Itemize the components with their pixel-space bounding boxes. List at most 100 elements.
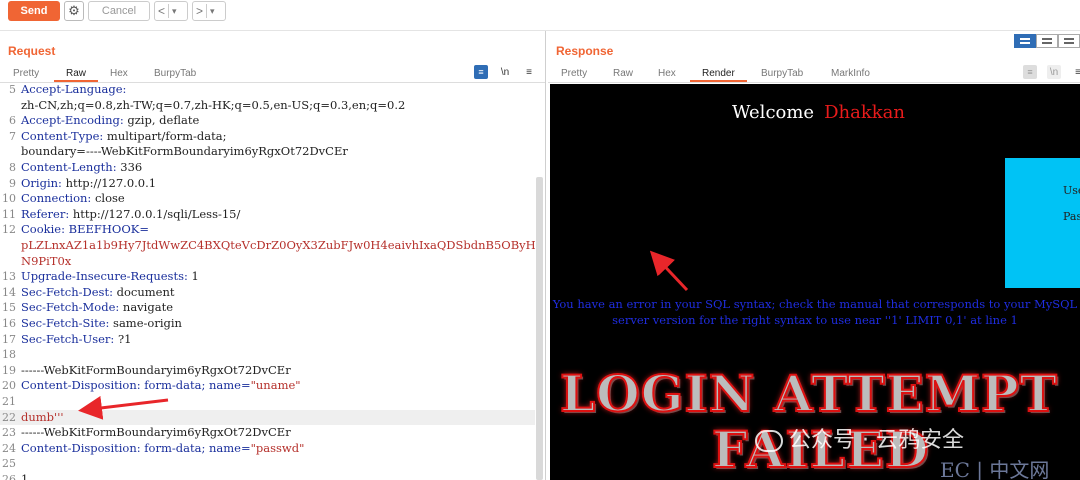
response-editor-icons: ≡ \n ≡ [1023,65,1080,79]
editor-line[interactable]: zh-CN,zh;q=0.8,zh-TW;q=0.7,zh-HK;q=0.5,e… [0,98,535,114]
editor-line[interactable]: 14 Sec-Fetch-Dest: document [0,285,535,301]
editor-line[interactable]: 18 [0,347,535,363]
layout-vertical-icon[interactable] [1058,34,1080,48]
line-number: 14 [2,285,16,299]
line-text: Cookie: BEEFHOOK= [21,222,149,238]
request-menu-icon[interactable]: ≡ [522,65,536,79]
tab-response-raw[interactable]: Raw [613,65,633,82]
request-editor[interactable]: 5 Accept-Language: zh-CN,zh;q=0.8,zh-TW;q=… [0,80,535,480]
editor-line[interactable]: 16 Sec-Fetch-Site: same-origin [0,316,535,332]
header-value: BEEFHOOK= [64,222,149,237]
header-value: multipart/form-data; [103,128,227,143]
editor-line[interactable]: 25 [0,456,535,472]
tab-response-pretty[interactable]: Pretty [561,65,587,82]
header-value: pLZLnxAZ1a1b9Hy7JtdWwZC4BXQteVcDrZ0OyX3Z… [21,238,535,252]
line-number: 25 [2,457,16,471]
response-newlines-icon[interactable]: \n [1047,65,1061,79]
line-number: 12 [2,223,16,237]
header-value: 1 [187,269,199,284]
line-text: Content-Disposition: form-data; name="pa… [21,441,304,457]
editor-line[interactable]: 17 Sec-Fetch-User: ?1 [0,332,535,348]
wrap-lines-icon[interactable]: ≡ [474,65,488,79]
editor-line[interactable]: 21 [0,394,535,410]
editor-line[interactable]: 8 Content-Length: 336 [0,160,535,176]
header-value: 1 [21,472,29,480]
tab-response-hex[interactable]: Hex [658,65,676,82]
header-value: dumb''' [21,409,64,424]
pane-divider[interactable] [545,31,546,480]
response-menu-icon[interactable]: ≡ [1071,65,1080,79]
editor-line[interactable]: 10 Connection: close [0,191,535,207]
editor-line[interactable]: 9 Origin: http://127.0.0.1 [0,176,535,192]
forward-menu-icon[interactable]: ▾ [207,6,218,17]
sql-error-line-2: server version for the right syntax to u… [612,313,1018,327]
line-number: 23 [2,426,16,440]
line-text: ------WebKitFormBoundaryim6yRgxOt72DvCEr [21,425,291,441]
header-value: same-origin [109,316,182,330]
response-wrap-lines-icon[interactable]: ≡ [1023,65,1037,79]
forward-arrow-icon[interactable]: > [193,4,206,18]
header-key: Sec-Fetch-User: [21,331,115,346]
back-nav-group[interactable]: < ▾ [154,1,188,21]
editor-line[interactable]: 20 Content-Disposition: form-data; name="… [0,378,535,394]
editor-line[interactable]: 13 Upgrade-Insecure-Requests: 1 [0,269,535,285]
forward-nav-group[interactable]: > ▾ [192,1,226,21]
editor-line[interactable]: 24 Content-Disposition: form-data; name="… [0,441,535,457]
line-text: Sec-Fetch-Dest: document [21,285,174,301]
cancel-button[interactable]: Cancel [88,1,150,21]
editor-line[interactable]: 19 ------WebKitFormBoundaryim6yRgxOt72DvC… [0,363,535,379]
editor-line[interactable]: 7 Content-Type: multipart/form-data; [0,129,535,145]
header-key: Referer: [21,206,70,221]
request-scrollbar[interactable] [536,177,543,480]
line-number: 5 [9,83,16,96]
request-editor-icons: ≡ \n ≡ [474,65,536,79]
editor-line[interactable]: boundary=----WebKitFormBoundaryim6yRgxOt… [0,144,535,160]
password-label: Pas [1063,210,1080,223]
gear-icon[interactable]: ⚙ [64,1,84,21]
back-arrow-icon[interactable]: < [155,4,168,18]
line-text: N9PiT0x [21,254,71,270]
tab-response-burpytab[interactable]: BurpyTab [761,65,803,82]
editor-line[interactable]: pLZLnxAZ1a1b9Hy7JtdWwZC4BXQteVcDrZ0OyX3Z… [0,238,535,254]
line-text: 1 [21,472,28,480]
editor-line[interactable]: 5 Accept-Language: [0,82,535,98]
line-number: 16 [2,317,16,330]
tab-response-render[interactable]: Render [690,65,747,82]
editor-line[interactable]: 11 Referer: http://127.0.0.1/sqli/Less-15… [0,207,535,223]
render-view: Welcome Dhakkan Use Pas You have an error… [550,84,1080,480]
line-number: 15 [2,301,16,315]
editor-line[interactable]: 26 1 [0,472,535,480]
editor-line[interactable]: 12 Cookie: BEEFHOOK= [0,222,535,238]
tab-response-markinfo[interactable]: MarkInfo [831,65,870,82]
editor-line[interactable]: 22 dumb''' [0,409,535,426]
line-text: Content-Length: 336 [21,160,142,176]
welcome-user: Dhakkan [824,102,905,123]
editor-line[interactable]: 23 ------WebKitFormBoundaryim6yRgxOt72DvC… [0,425,535,441]
line-number: 18 [2,348,16,362]
editor-line[interactable]: N9PiT0x [0,254,535,270]
line-text: Connection: close [21,191,125,207]
editor-line[interactable]: 15 Sec-Fetch-Mode: navigate [0,300,535,316]
line-number: 10 [2,192,16,206]
line-text: zh-CN,zh;q=0.8,zh-TW;q=0.7,zh-HK;q=0.5,e… [21,98,405,114]
send-button[interactable]: Send [8,1,60,21]
layout-split-icon[interactable] [1014,34,1036,48]
header-value: Content-Disposition: form-data; name= [21,378,251,393]
line-text: Referer: http://127.0.0.1/sqli/Less-15/ [21,207,240,223]
layout-horizontal-icon[interactable] [1036,34,1058,48]
header-value: navigate [119,300,174,315]
editor-line[interactable]: 6 Accept-Encoding: gzip, deflate [0,113,535,129]
line-number: 21 [2,395,16,408]
back-menu-icon[interactable]: ▾ [169,6,180,17]
line-text: Accept-Language: [21,82,126,98]
line-text: Content-Disposition: form-data; name="un… [21,378,301,394]
header-value: gzip, deflate [123,113,200,128]
layout-toggle [1014,34,1080,48]
line-number: 20 [2,379,16,393]
line-text: Origin: http://127.0.0.1 [21,176,156,192]
line-number: 26 [2,473,16,480]
header-value: ?1 [114,331,132,346]
header-value: http://127.0.0.1 [61,175,157,190]
show-newlines-icon[interactable]: \n [498,65,512,79]
header-key: Connection: [21,191,92,206]
